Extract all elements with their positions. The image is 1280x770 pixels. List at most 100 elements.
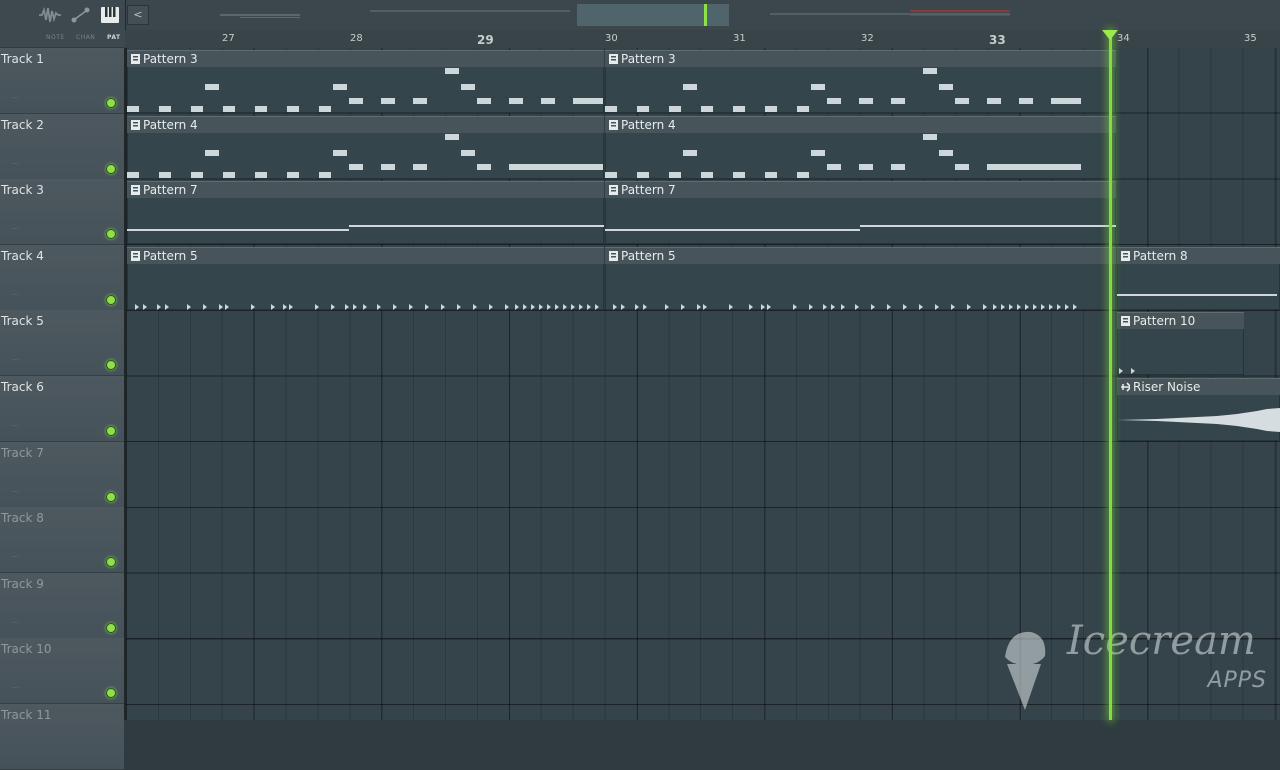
- mute-toggle[interactable]: [106, 491, 116, 502]
- note-block: [1019, 98, 1033, 104]
- note-marker: [157, 303, 161, 310]
- track-name[interactable]: Track 7: [1, 446, 44, 460]
- track-header[interactable]: Track 9 ...: [0, 572, 124, 639]
- pattern-clip[interactable]: Pattern 10: [1117, 312, 1244, 376]
- note-marker: [523, 303, 527, 310]
- track-grip[interactable]: ...: [12, 551, 19, 559]
- note-marker: [703, 303, 707, 310]
- pattern-clip[interactable]: Pattern 7: [127, 181, 604, 245]
- mute-toggle[interactable]: [106, 98, 116, 108]
- note-block: [445, 133, 459, 140]
- mode-chan-label[interactable]: CHAN: [76, 34, 95, 41]
- clip-header[interactable]: Riser Noise: [1117, 379, 1280, 395]
- clip-header[interactable]: Pattern 5: [127, 247, 604, 264]
- audio-clip[interactable]: Riser Noise: [1117, 378, 1280, 441]
- automation-line: [1117, 293, 1277, 296]
- mode-pat-label[interactable]: PAT: [107, 34, 121, 41]
- track-header[interactable]: Track 1 ...: [0, 48, 124, 114]
- clip-header[interactable]: Pattern 3: [605, 51, 1116, 67]
- track-header[interactable]: Track 7 ...: [0, 441, 124, 508]
- mode-note-label[interactable]: NOTE: [46, 34, 65, 41]
- track-grip[interactable]: ...: [12, 354, 19, 362]
- clip-header[interactable]: Pattern 4: [605, 116, 1116, 133]
- note-marker: [793, 303, 797, 310]
- clip-header[interactable]: Pattern 7: [127, 182, 604, 199]
- waveform-icon[interactable]: [38, 6, 62, 24]
- mute-toggle[interactable]: [106, 622, 116, 633]
- note-marker: [165, 303, 169, 310]
- mute-toggle[interactable]: [106, 426, 116, 436]
- track-header[interactable]: Track 4 ...: [0, 244, 124, 311]
- mute-toggle[interactable]: [106, 360, 116, 371]
- track-name[interactable]: Track 10: [1, 642, 51, 656]
- track-grip[interactable]: ...: [12, 92, 19, 100]
- track-header[interactable]: Track 3 ...: [0, 179, 124, 246]
- note-marker: [855, 303, 859, 310]
- note-marker: [563, 303, 567, 310]
- clip-header[interactable]: Pattern 3: [127, 51, 604, 67]
- track-name[interactable]: Track 9: [1, 577, 44, 591]
- note-block: [637, 106, 649, 112]
- playhead-line[interactable]: [1109, 30, 1112, 720]
- track-name[interactable]: Track 4: [1, 249, 44, 263]
- track-grip[interactable]: ...: [12, 158, 19, 166]
- piano-keys-icon[interactable]: [100, 6, 120, 24]
- track-grip[interactable]: ...: [12, 617, 19, 625]
- pattern-clip[interactable]: Pattern 3: [605, 50, 1116, 113]
- mute-toggle[interactable]: [106, 229, 116, 240]
- note-marker: [635, 303, 639, 310]
- clip-header[interactable]: Pattern 8: [1117, 247, 1280, 264]
- note-marker: [903, 303, 907, 310]
- pattern-clip[interactable]: Pattern 5: [127, 246, 604, 310]
- playhead-marker[interactable]: [1102, 30, 1118, 40]
- clip-header[interactable]: Pattern 10: [1117, 313, 1244, 330]
- track-name[interactable]: Track 3: [1, 183, 44, 197]
- playlist-overview[interactable]: [150, 2, 1280, 28]
- track-grip[interactable]: ...: [12, 223, 19, 231]
- pattern-clip[interactable]: Pattern 3: [127, 50, 604, 113]
- track-header[interactable]: Track 2 ...: [0, 113, 124, 180]
- note-marker: [531, 303, 535, 310]
- note-marker: [457, 303, 461, 310]
- toolbar: NOTE CHAN PAT: [0, 0, 126, 47]
- note-marker: [345, 303, 349, 310]
- mute-toggle[interactable]: [106, 163, 116, 174]
- track-header[interactable]: Track 5 ...: [0, 310, 124, 377]
- clip-header[interactable]: Pattern 7: [605, 182, 1116, 199]
- track-name[interactable]: Track 8: [1, 511, 44, 525]
- mute-toggle[interactable]: [106, 557, 116, 568]
- mute-toggle[interactable]: [106, 294, 116, 305]
- bar-number: 35: [1244, 33, 1257, 44]
- note-marker: [1049, 303, 1053, 310]
- track-name[interactable]: Track 6: [1, 380, 44, 394]
- track-header[interactable]: Track 10 ...: [0, 638, 124, 705]
- pattern-clip[interactable]: Pattern 7: [605, 181, 1116, 245]
- pattern-clip[interactable]: Pattern 4: [605, 115, 1116, 179]
- clip-header[interactable]: Pattern 4: [127, 116, 604, 133]
- mute-toggle[interactable]: [106, 688, 116, 699]
- track-name[interactable]: Track 2: [1, 118, 44, 132]
- track-grip[interactable]: ...: [12, 289, 19, 297]
- note-marker: [935, 303, 939, 310]
- track-header[interactable]: Track 8 ...: [0, 507, 124, 574]
- bar-number: 27: [222, 33, 235, 44]
- slide-icon[interactable]: [70, 6, 92, 24]
- playlist-grid[interactable]: Pattern 3 Pattern 3 Pattern 4 Pattern 4 …: [126, 48, 1280, 720]
- pattern-clip[interactable]: Pattern 5: [605, 246, 1116, 310]
- pattern-clip[interactable]: Pattern 8: [1117, 246, 1280, 310]
- track-header[interactable]: Track 6 ...: [0, 376, 124, 442]
- note-marker: [595, 303, 599, 310]
- clip-header[interactable]: Pattern 5: [605, 247, 1116, 264]
- note-block: [955, 98, 969, 104]
- note-marker: [555, 303, 559, 310]
- note-marker: [1131, 368, 1135, 375]
- pattern-clip[interactable]: Pattern 4: [127, 115, 604, 179]
- scroll-left-button[interactable]: <: [127, 5, 149, 25]
- track-grip[interactable]: ...: [12, 420, 19, 428]
- track-header[interactable]: Track 11: [0, 704, 124, 770]
- track-grip[interactable]: ...: [12, 486, 19, 494]
- note-block: [127, 171, 139, 178]
- track-name[interactable]: Track 5: [1, 314, 44, 328]
- track-name[interactable]: Track 1: [1, 52, 44, 66]
- track-grip[interactable]: ...: [12, 682, 19, 690]
